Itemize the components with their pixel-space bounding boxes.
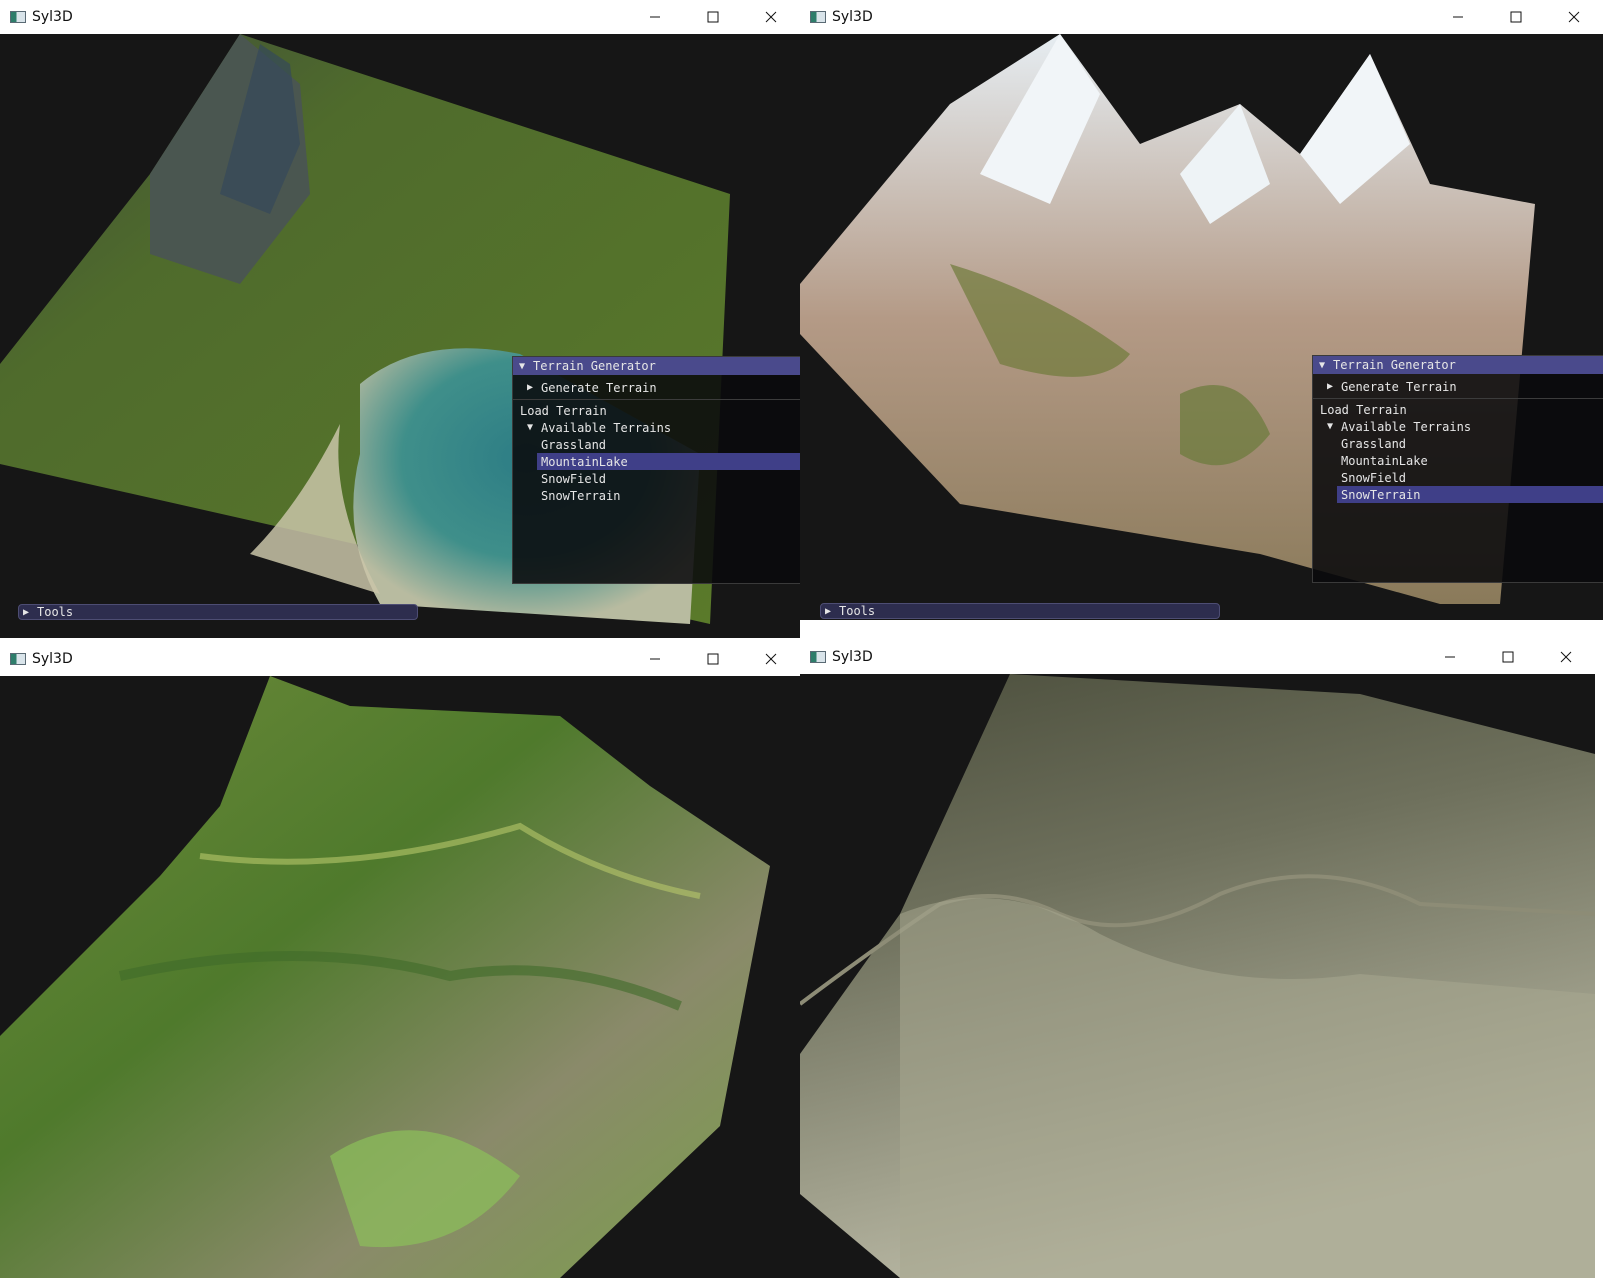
tools-label: Tools bbox=[37, 605, 74, 619]
tools-collapsible[interactable]: ▶ Tools bbox=[18, 604, 418, 620]
generate-terrain-label: Generate Terrain bbox=[541, 380, 657, 395]
window-grassland: Syl3D bbox=[0, 642, 800, 1278]
triangle-down-icon: ▼ bbox=[527, 422, 534, 433]
window-title: Syl3D bbox=[832, 649, 873, 665]
window-snow-terrain: Syl3D ▼ Terrain Generator ▶ Generate Ter… bbox=[800, 0, 1603, 620]
maximize-icon bbox=[1510, 11, 1522, 23]
triangle-right-icon: ▶ bbox=[1327, 381, 1334, 392]
render-viewport[interactable] bbox=[800, 674, 1595, 1278]
minimize-icon bbox=[1453, 16, 1463, 18]
terrain-item-snowfield[interactable]: SnowField bbox=[1313, 469, 1603, 486]
terrain-item-snowterrain[interactable]: SnowTerrain bbox=[1337, 486, 1603, 503]
close-icon bbox=[1568, 11, 1580, 23]
divider bbox=[1313, 398, 1603, 399]
title-bar[interactable]: Syl3D bbox=[800, 640, 1595, 674]
triangle-down-icon: ▼ bbox=[1319, 359, 1326, 371]
window-mountain-lake: Syl3D ▼ Terrain Generator ▶ Generate Ter… bbox=[0, 0, 800, 638]
panel-title: Terrain Generator bbox=[1333, 358, 1456, 372]
minimize-icon bbox=[650, 16, 660, 18]
panel-title: Terrain Generator bbox=[533, 359, 656, 373]
maximize-icon bbox=[1502, 651, 1514, 663]
title-bar[interactable]: Syl3D bbox=[800, 0, 1603, 34]
window-title: Syl3D bbox=[832, 9, 873, 25]
app-window-icon bbox=[10, 11, 26, 23]
close-button[interactable] bbox=[1545, 0, 1603, 34]
render-viewport[interactable] bbox=[0, 676, 800, 1278]
minimize-icon bbox=[1445, 656, 1455, 658]
maximize-icon bbox=[707, 11, 719, 23]
triangle-right-icon: ▶ bbox=[23, 606, 30, 618]
terrain-item-grassland[interactable]: Grassland bbox=[1313, 435, 1603, 452]
app-window-icon bbox=[810, 651, 826, 663]
terrain-generator-panel[interactable]: ▼ Terrain Generator ▶ Generate Terrain L… bbox=[512, 356, 800, 584]
terrain-generator-panel[interactable]: ▼ Terrain Generator ▶ Generate Terrain L… bbox=[1312, 355, 1603, 583]
minimize-button[interactable] bbox=[626, 0, 684, 34]
minimize-icon bbox=[650, 658, 660, 660]
panel-header[interactable]: ▼ Terrain Generator bbox=[1313, 356, 1603, 374]
available-terrains-node[interactable]: ▼ Available Terrains bbox=[1313, 418, 1603, 435]
triangle-down-icon: ▼ bbox=[519, 360, 526, 372]
title-bar[interactable]: Syl3D bbox=[0, 642, 800, 676]
available-terrains-label: Available Terrains bbox=[1341, 419, 1472, 434]
minimize-button[interactable] bbox=[1421, 640, 1479, 674]
tools-collapsible[interactable]: ▶ Tools bbox=[820, 603, 1220, 619]
load-terrain-label: Load Terrain bbox=[1320, 402, 1407, 417]
triangle-right-icon: ▶ bbox=[527, 382, 534, 393]
generate-terrain-node[interactable]: ▶ Generate Terrain bbox=[513, 379, 800, 396]
terrain-render-snowfield bbox=[800, 674, 1595, 1278]
minimize-button[interactable] bbox=[626, 642, 684, 676]
terrain-item-snowterrain[interactable]: SnowTerrain bbox=[513, 487, 800, 504]
terrain-item-grassland[interactable]: Grassland bbox=[513, 436, 800, 453]
available-terrains-node[interactable]: ▼ Available Terrains bbox=[513, 419, 800, 436]
triangle-down-icon: ▼ bbox=[1327, 421, 1334, 432]
window-snowfield: Syl3D bbox=[800, 640, 1595, 1278]
maximize-button[interactable] bbox=[684, 642, 742, 676]
close-icon bbox=[1560, 651, 1572, 663]
window-title: Syl3D bbox=[32, 9, 73, 25]
terrain-item-snowfield[interactable]: SnowField bbox=[513, 470, 800, 487]
triangle-right-icon: ▶ bbox=[825, 605, 832, 617]
terrain-item-mountainlake[interactable]: MountainLake bbox=[537, 453, 800, 470]
panel-header[interactable]: ▼ Terrain Generator bbox=[513, 357, 800, 375]
load-terrain-label: Load Terrain bbox=[520, 403, 607, 418]
minimize-button[interactable] bbox=[1429, 0, 1487, 34]
divider bbox=[513, 399, 800, 400]
close-button[interactable] bbox=[742, 0, 800, 34]
window-title: Syl3D bbox=[32, 651, 73, 667]
maximize-icon bbox=[707, 653, 719, 665]
close-button[interactable] bbox=[1537, 640, 1595, 674]
app-window-icon bbox=[810, 11, 826, 23]
app-window-icon bbox=[10, 653, 26, 665]
close-icon bbox=[765, 11, 777, 23]
generate-terrain-label: Generate Terrain bbox=[1341, 379, 1457, 394]
close-icon bbox=[765, 653, 777, 665]
terrain-render-grassland bbox=[0, 676, 770, 1278]
available-terrains-label: Available Terrains bbox=[541, 420, 672, 435]
maximize-button[interactable] bbox=[1479, 640, 1537, 674]
maximize-button[interactable] bbox=[1487, 0, 1545, 34]
generate-terrain-node[interactable]: ▶ Generate Terrain bbox=[1313, 378, 1603, 395]
close-button[interactable] bbox=[742, 642, 800, 676]
terrain-item-mountainlake[interactable]: MountainLake bbox=[1313, 452, 1603, 469]
tools-label: Tools bbox=[839, 604, 876, 618]
title-bar[interactable]: Syl3D bbox=[0, 0, 800, 34]
maximize-button[interactable] bbox=[684, 0, 742, 34]
